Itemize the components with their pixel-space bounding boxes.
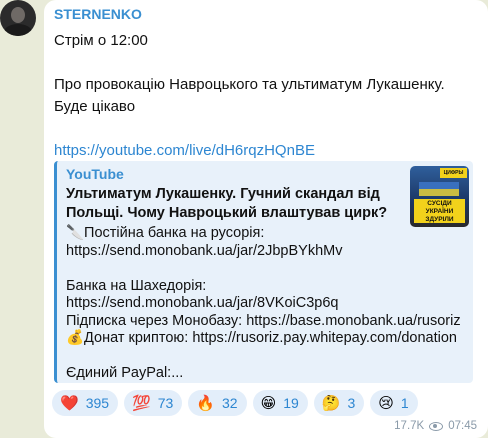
preview-thumbnail[interactable]: ЦИФРЫ СУСІДИ УКРАЇНИ ЗДУРІЛИ — [410, 166, 469, 227]
preview-site-name: YouTube — [66, 166, 124, 182]
reaction-thinking[interactable]: 🤔 3 — [313, 390, 365, 416]
channel-avatar[interactable] — [0, 0, 36, 36]
reaction-fire[interactable]: 🔥 32 — [188, 390, 247, 416]
grin-icon: 😁 — [260, 394, 277, 412]
reaction-count: 19 — [283, 395, 299, 411]
hundred-icon: 💯 — [132, 394, 151, 412]
thinking-icon: 🤔 — [321, 394, 341, 412]
reaction-count: 73 — [157, 395, 174, 411]
preview-description: 🔪Постійна банка на русорія: https://send… — [66, 225, 461, 381]
cry-icon: 😢 — [378, 394, 394, 412]
message-time: 07:45 — [448, 420, 477, 432]
reactions-bar: ❤️ 395 💯 73 🔥 32 😁 19 🤔 3 😢 1 — [52, 390, 418, 416]
link-preview[interactable]: YouTube Ультиматум Лукашенку. Гучний ска… — [54, 161, 473, 383]
reaction-count: 3 — [347, 395, 356, 411]
sender-name[interactable]: STERNENKO — [54, 6, 142, 22]
message-line-description: Про провокацію Навроцького та ультиматум… — [54, 76, 449, 115]
fire-icon: 🔥 — [196, 394, 215, 412]
eye-icon — [429, 421, 444, 431]
view-count: 17.7K — [394, 420, 425, 432]
message-meta: 17.7K 07:45 — [394, 420, 477, 432]
reaction-hundred[interactable]: 💯 73 — [124, 390, 183, 416]
reaction-grin[interactable]: 😁 19 — [252, 390, 308, 416]
preview-title: Ультиматум Лукашенку. Гучний скандал від… — [66, 186, 388, 221]
message-line-stream-time: Стрім о 12:00 — [54, 32, 148, 49]
thumbnail-flag — [419, 182, 459, 196]
thumbnail-tag: СУСІДИ УКРАЇНИ ЗДУРІЛИ — [414, 199, 465, 223]
reaction-count: 1 — [400, 395, 409, 411]
heart-icon: ❤️ — [60, 394, 79, 412]
message-bubble: STERNENKO Стрім о 12:00 Про провокацію Н… — [44, 0, 488, 438]
reaction-heart[interactable]: ❤️ 395 — [52, 390, 119, 416]
avatar-body — [4, 24, 32, 36]
avatar-face — [11, 7, 25, 23]
thumbnail-top-label: ЦИФРЫ — [440, 168, 467, 178]
reaction-count: 32 — [222, 395, 238, 411]
message-link[interactable]: https://youtube.com/live/dH6rqzHQnBE — [54, 140, 478, 162]
reaction-cry[interactable]: 😢 1 — [370, 390, 418, 416]
reaction-count: 395 — [85, 395, 110, 411]
message-text: Стрім о 12:00 Про провокацію Навроцького… — [54, 30, 478, 162]
